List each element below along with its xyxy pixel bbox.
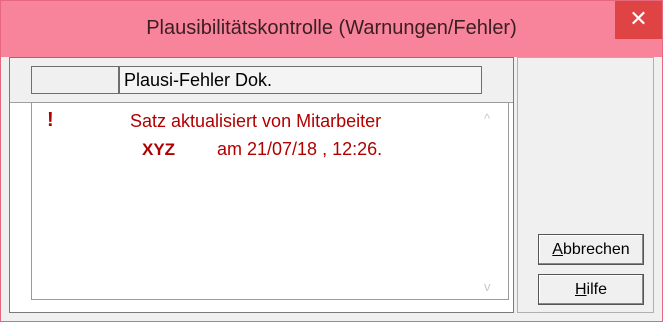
cancel-button[interactable]: Abbrechen <box>538 234 644 265</box>
warning-list-panel: Plausi-Fehler Dok. ! Satz aktualisiert v… <box>9 57 514 313</box>
cancel-label: bbrechen <box>562 241 630 258</box>
close-icon: ✕ <box>629 6 648 31</box>
exclamation-icon: ! <box>47 109 54 131</box>
message-user: XYZ <box>142 140 176 159</box>
column-header-icon[interactable] <box>31 66 119 94</box>
message-text-line1: Satz aktualisiert von Mitarbeiter <box>130 111 382 131</box>
dialog-title: Plausibilitätskontrolle (Warnungen/Fehle… <box>146 17 517 39</box>
list-header: Plausi-Fehler Dok. <box>10 58 513 103</box>
message-text-line2: am 21/07/18 , 12:26. <box>217 139 383 159</box>
help-label: ilfe <box>586 281 607 298</box>
help-accelerator: H <box>574 281 587 298</box>
title-bar[interactable]: Plausibilitätskontrolle (Warnungen/Fehle… <box>1 1 662 57</box>
dialog-window: Plausibilitätskontrolle (Warnungen/Fehle… <box>0 0 663 322</box>
help-button[interactable]: Hilfe <box>538 274 644 305</box>
close-button[interactable]: ✕ <box>615 1 662 39</box>
dialog-content: Plausi-Fehler Dok. ! Satz aktualisiert v… <box>9 57 654 313</box>
scroll-down-arrow-icon[interactable]: v <box>484 279 491 294</box>
cancel-accelerator: A <box>552 241 563 258</box>
warning-list[interactable]: ! Satz aktualisiert von Mitarbeiter XYZ … <box>31 102 509 300</box>
column-header-plausi[interactable]: Plausi-Fehler Dok. <box>119 66 482 94</box>
scroll-up-arrow-icon[interactable]: ^ <box>484 111 490 126</box>
button-panel: Abbrechen Hilfe <box>517 57 654 313</box>
